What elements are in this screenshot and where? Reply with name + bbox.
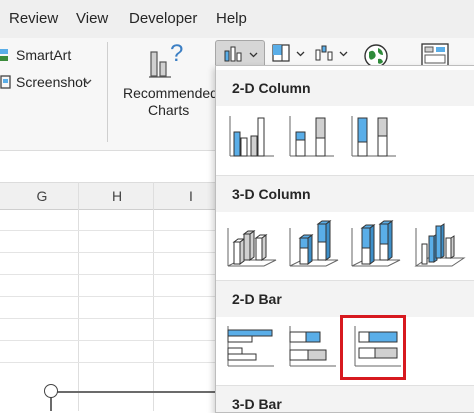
3d-100-stacked-column-icon [351, 220, 401, 267]
smartart-button[interactable]: SmartArt [0, 46, 105, 66]
screenshot-label: Screenshot [16, 74, 87, 90]
chart-option-stacked-column[interactable] [284, 110, 340, 162]
chart-frame-top-edge [50, 391, 215, 393]
ribbon-tab-strip: Review View Developer Help [0, 0, 474, 38]
insert-waterfall-chart-button[interactable] [312, 42, 350, 66]
column-header-g[interactable]: G [32, 188, 52, 204]
screenshot-button[interactable]: Screenshot [0, 72, 105, 92]
smartart-icon [0, 49, 8, 61]
waterfall-chart-icon [315, 45, 333, 61]
chart-option-clustered-bar[interactable] [222, 320, 278, 372]
chart-option-clustered-column[interactable] [222, 110, 278, 162]
recommended-charts-label-line2: Charts [148, 102, 190, 118]
chevron-down-icon [83, 79, 92, 85]
recommended-charts-button[interactable]: ? Recommended Charts [118, 40, 218, 120]
3d-stacked-column-icon [289, 220, 339, 267]
tab-view[interactable]: View [76, 10, 108, 27]
3d-column-icon [414, 223, 466, 267]
chevron-down-icon [339, 51, 348, 57]
chart-option-100-stacked-column[interactable] [346, 110, 402, 162]
smartart-label: SmartArt [16, 47, 72, 63]
section-header-3d-column: 3-D Column [216, 176, 474, 212]
tab-help[interactable]: Help [216, 10, 247, 27]
stacked-column-icon [289, 116, 334, 157]
chevron-down-icon [249, 52, 258, 58]
100-stacked-column-icon [351, 116, 396, 157]
insert-hierarchy-chart-button[interactable] [270, 42, 308, 66]
tab-developer[interactable]: Developer [129, 10, 197, 27]
chart-resize-handle[interactable] [44, 384, 58, 398]
section-title: 2-D Column [232, 80, 311, 96]
section-header-2d-column: 2-D Column [216, 70, 474, 106]
stacked-bar-icon [289, 326, 336, 367]
chart-option-3d-column[interactable] [410, 216, 466, 274]
selected-option-highlight [340, 315, 406, 380]
question-mark-icon: ? [170, 40, 184, 67]
section-header-3d-bar: 3-D Bar [216, 386, 474, 412]
clustered-bar-icon [227, 326, 274, 367]
column-header-h[interactable]: H [107, 188, 127, 204]
section-header-2d-bar: 2-D Bar [216, 281, 474, 317]
column-chart-icon [224, 46, 242, 62]
column-header-i[interactable]: I [181, 188, 201, 204]
insert-column-bar-chart-menu: 2-D Column 3-D Column 2-D Bar 3-D Bar [215, 65, 474, 413]
recommended-charts-label-line1: Recommended [123, 85, 218, 101]
chart-option-3d-100-stacked-column[interactable] [346, 216, 402, 274]
section-title: 3-D Bar [232, 396, 282, 412]
ribbon-divider [107, 42, 108, 142]
insert-column-bar-chart-button[interactable] [215, 40, 265, 68]
chart-option-stacked-bar[interactable] [284, 320, 340, 372]
section-title: 3-D Column [232, 186, 311, 202]
chart-option-3d-stacked-column[interactable] [284, 216, 340, 274]
3d-clustered-column-icon [227, 228, 277, 267]
clustered-column-icon [229, 116, 274, 157]
section-title: 2-D Bar [232, 291, 282, 307]
tab-review[interactable]: Review [9, 10, 58, 27]
chevron-down-icon [296, 51, 305, 57]
hierarchy-chart-icon [272, 44, 290, 62]
chart-option-3d-clustered-column[interactable] [222, 216, 278, 274]
screenshot-icon [0, 75, 11, 89]
